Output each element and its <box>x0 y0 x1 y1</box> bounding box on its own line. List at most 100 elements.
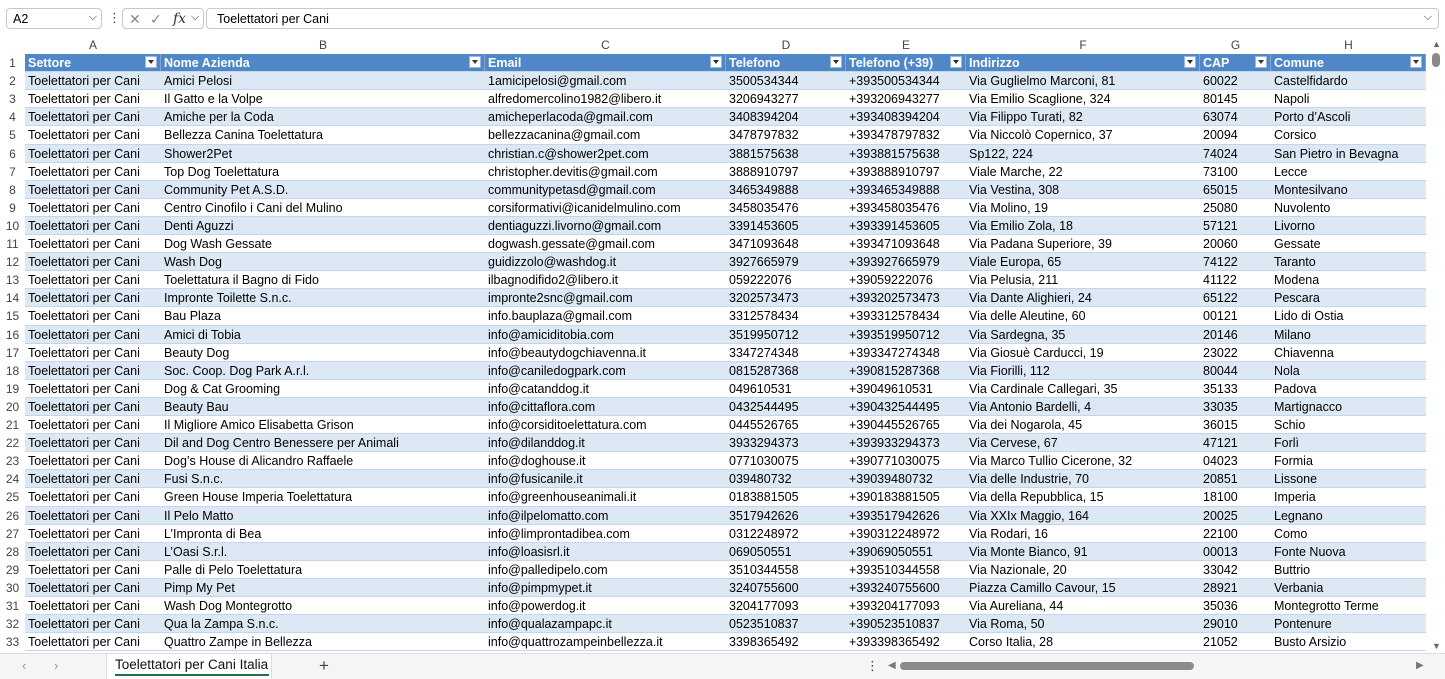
table-cell[interactable]: Montesilvano <box>1271 181 1426 199</box>
table-cell[interactable]: Via della Repubblica, 15 <box>966 488 1200 506</box>
table-cell[interactable]: Centro Cinofilo i Cani del Mulino <box>161 199 485 217</box>
table-cell[interactable]: christopher.devitis@gmail.com <box>485 163 726 181</box>
table-cell[interactable]: +393500534344 <box>846 72 966 90</box>
table-cell[interactable]: +393206943277 <box>846 90 966 108</box>
filter-dropdown-icon[interactable] <box>1410 56 1422 68</box>
table-cell[interactable]: info@fusicanile.it <box>485 470 726 488</box>
table-cell[interactable]: Toelettatori per Cani <box>25 452 161 470</box>
table-cell[interactable]: Padova <box>1271 380 1426 398</box>
table-cell[interactable]: 3510344558 <box>726 561 846 579</box>
table-cell[interactable]: Il Gatto e la Volpe <box>161 90 485 108</box>
table-cell[interactable]: +390432544495 <box>846 398 966 416</box>
table-cell[interactable]: Toelettatori per Cani <box>25 271 161 289</box>
name-box[interactable]: A2 ⌵ <box>6 8 102 29</box>
table-cell[interactable]: +393881575638 <box>846 145 966 163</box>
table-cell[interactable]: 73100 <box>1200 163 1271 181</box>
table-cell[interactable]: Impronte Toilette S.n.c. <box>161 289 485 307</box>
table-cell[interactable]: 47121 <box>1200 434 1271 452</box>
table-cell[interactable]: Verbania <box>1271 579 1426 597</box>
row-header[interactable]: 22 <box>0 434 25 452</box>
row-header[interactable]: 16 <box>0 326 25 344</box>
table-cell[interactable]: info@powerdog.it <box>485 597 726 615</box>
table-cell[interactable]: +393312578434 <box>846 307 966 325</box>
table-cell[interactable]: 3312578434 <box>726 307 846 325</box>
table-cell[interactable]: 049610531 <box>726 380 846 398</box>
table-cell[interactable]: +393927665979 <box>846 253 966 271</box>
table-cell[interactable]: 3933294373 <box>726 434 846 452</box>
table-cell[interactable]: 039480732 <box>726 470 846 488</box>
table-cell[interactable]: 33035 <box>1200 398 1271 416</box>
table-cell[interactable]: +39049610531 <box>846 380 966 398</box>
table-cell[interactable]: info.bauplaza@gmail.com <box>485 307 726 325</box>
table-cell[interactable]: info@greenhouseanimali.it <box>485 488 726 506</box>
table-cell[interactable]: +390183881505 <box>846 488 966 506</box>
table-cell[interactable]: Qua la Zampa S.n.c. <box>161 615 485 633</box>
table-cell[interactable]: 059222076 <box>726 271 846 289</box>
table-cell[interactable]: 80145 <box>1200 90 1271 108</box>
row-header[interactable]: 15 <box>0 307 25 325</box>
table-cell[interactable]: Via Emilio Zola, 18 <box>966 217 1200 235</box>
table-cell[interactable]: Pescara <box>1271 289 1426 307</box>
table-cell[interactable]: Via Filippo Turati, 82 <box>966 108 1200 126</box>
table-cell[interactable]: Amiche per la Coda <box>161 108 485 126</box>
table-cell[interactable]: +393933294373 <box>846 434 966 452</box>
chevron-down-icon[interactable]: ⌵ <box>191 11 199 24</box>
table-cell[interactable]: Buttrio <box>1271 561 1426 579</box>
table-cell[interactable]: Toelettatori per Cani <box>25 108 161 126</box>
table-cell[interactable]: Toelettatori per Cani <box>25 488 161 506</box>
table-cell[interactable]: 3519950712 <box>726 326 846 344</box>
table-cell[interactable]: ilbagnodifido2@libero.it <box>485 271 726 289</box>
table-cell[interactable]: Toelettatori per Cani <box>25 307 161 325</box>
table-cell[interactable]: info@limprontadibea.com <box>485 525 726 543</box>
row-header[interactable]: 20 <box>0 398 25 416</box>
column-header-d[interactable]: D <box>726 37 846 54</box>
table-cell[interactable]: Beauty Dog <box>161 344 485 362</box>
table-cell[interactable]: Toelettatori per Cani <box>25 579 161 597</box>
table-cell[interactable]: 1amicipelosi@gmail.com <box>485 72 726 90</box>
add-sheet-button[interactable]: + <box>319 656 329 676</box>
table-cell[interactable]: +393465349888 <box>846 181 966 199</box>
table-cell[interactable]: 65015 <box>1200 181 1271 199</box>
table-cell[interactable]: Toelettatori per Cani <box>25 199 161 217</box>
next-sheet-icon[interactable]: › <box>54 658 58 673</box>
table-cell[interactable]: Viale Europa, 65 <box>966 253 1200 271</box>
table-cell[interactable]: 36015 <box>1200 416 1271 434</box>
table-cell[interactable]: 0432544495 <box>726 398 846 416</box>
table-cell[interactable]: Como <box>1271 525 1426 543</box>
row-header[interactable]: 11 <box>0 235 25 253</box>
table-cell[interactable]: +393519950712 <box>846 326 966 344</box>
row-header[interactable]: 5 <box>0 126 25 144</box>
table-cell[interactable]: Toelettatori per Cani <box>25 525 161 543</box>
row-header[interactable]: 8 <box>0 181 25 199</box>
table-cell[interactable]: Toelettatori per Cani <box>25 416 161 434</box>
row-header[interactable]: 9 <box>0 199 25 217</box>
horizontal-scroll-thumb[interactable] <box>900 662 1194 670</box>
table-cell[interactable]: info@caniledogpark.com <box>485 362 726 380</box>
table-cell[interactable]: 3391453605 <box>726 217 846 235</box>
table-cell[interactable]: 74122 <box>1200 253 1271 271</box>
row-header[interactable]: 27 <box>0 525 25 543</box>
table-cell[interactable]: 18100 <box>1200 488 1271 506</box>
table-cell[interactable]: Quattro Zampe in Bellezza <box>161 633 485 651</box>
table-cell[interactable]: Lido di Ostia <box>1271 307 1426 325</box>
table-cell[interactable]: Toelettatori per Cani <box>25 561 161 579</box>
table-cell[interactable]: 22100 <box>1200 525 1271 543</box>
column-header-b[interactable]: B <box>161 37 485 54</box>
table-cell[interactable]: Chiavenna <box>1271 344 1426 362</box>
table-cell[interactable]: Toelettatori per Cani <box>25 163 161 181</box>
table-cell[interactable]: Toelettatori per Cani <box>25 72 161 90</box>
row-header[interactable]: 19 <box>0 380 25 398</box>
table-cell[interactable]: 80044 <box>1200 362 1271 380</box>
table-cell[interactable]: Via Padana Superiore, 39 <box>966 235 1200 253</box>
filter-dropdown-icon[interactable] <box>830 56 842 68</box>
table-cell[interactable]: +393458035476 <box>846 199 966 217</box>
row-header[interactable]: 1 <box>0 54 25 72</box>
table-cell[interactable]: Lissone <box>1271 470 1426 488</box>
table-cell[interactable]: Viale Marche, 22 <box>966 163 1200 181</box>
table-cell[interactable]: info@quattrozampeinbellezza.it <box>485 633 726 651</box>
column-header-f[interactable]: F <box>966 37 1200 54</box>
table-cell[interactable]: Il Migliore Amico Elisabetta Grison <box>161 416 485 434</box>
table-cell[interactable]: Denti Aguzzi <box>161 217 485 235</box>
table-cell[interactable]: +393471093648 <box>846 235 966 253</box>
table-cell[interactable]: info@cittaflora.com <box>485 398 726 416</box>
